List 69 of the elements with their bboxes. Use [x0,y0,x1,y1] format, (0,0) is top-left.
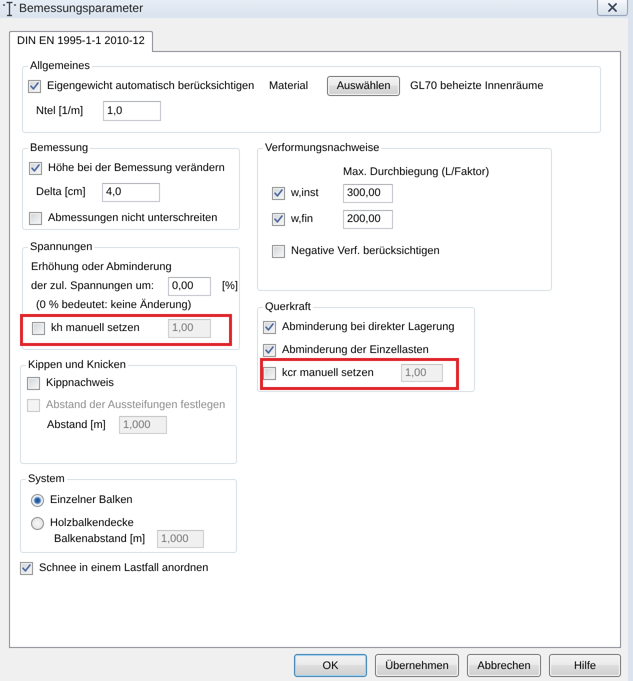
unit-label: [%] [222,280,238,292]
input-field[interactable]: 200,00 [343,210,393,228]
input-field[interactable]: 4,0 [102,182,160,202]
hint-text: (0 % bedeutet: keine Änderung) [36,299,192,311]
checkbox-label: Abstand der Aussteifungen festlegen [46,399,226,411]
checkbox[interactable] [272,212,285,226]
checkbox-label: Eigengewicht automatisch berücksichtigen [47,80,254,92]
field-label: Ntel [1/m] [36,105,84,117]
checkbox[interactable] [272,186,285,200]
checkbox[interactable] [263,320,276,334]
check-icon [30,82,39,90]
input-field[interactable]: 0,00 [168,276,211,296]
checkbox-label: w,fin [291,213,314,225]
help-button[interactable]: Hilfe [549,654,621,677]
group-title: Bemessung [29,141,90,155]
checkbox[interactable] [27,376,40,390]
check-icon [274,215,283,223]
check-icon [265,323,274,331]
column-heading: Max. Durchbiegung (L/Faktor) [343,166,490,178]
checkbox[interactable] [29,162,42,174]
select-button[interactable]: Auswählen [327,76,400,96]
material-name: GL70 beheizte Innenräume [410,80,544,92]
group-title: Spannungen [29,240,94,254]
checkbox-label: Abminderung bei direkter Lagerung [282,321,454,333]
radio-label: Holzbalkendecke [50,517,134,529]
check-icon [22,564,31,572]
checkbox[interactable] [263,366,276,380]
group-title: Kippen und Knicken [27,358,127,372]
radio-label: Einzelner Balken [50,494,133,506]
i-beam-icon [3,1,16,17]
checkbox-label: Höhe bei der Bemessung verändern [48,162,225,174]
group-title: Verformungsnachweise [264,141,380,155]
check-icon [265,346,274,354]
close-icon [608,3,617,12]
checkbox-label: Abmessungen nicht unterschreiten [48,212,218,224]
check-icon [274,189,283,197]
apply-button[interactable]: Übernehmen [375,654,459,677]
cancel-button[interactable]: Abbrechen [467,654,541,677]
checkbox[interactable] [263,344,276,356]
checkbox[interactable] [32,322,45,334]
checkbox-label: Negative Verf. berücksichtigen [291,245,440,257]
tab[interactable]: DIN EN 1995-1-1 2010-12 [9,31,153,52]
description-text: Erhöhung oder Abminderung [31,261,172,273]
group-title: System [27,472,66,486]
field-label: Abstand [m] [47,419,107,431]
radio-button[interactable] [31,494,44,506]
close-button[interactable] [597,0,628,16]
checkbox[interactable] [20,562,33,574]
checkbox-label: Kippnachweis [46,377,114,389]
checkbox[interactable] [29,212,42,224]
checkbox-label: kh manuell setzen [51,322,140,334]
ok-button[interactable]: OK [294,654,367,677]
checkbox-label: Abminderung der Einzellasten [282,344,429,356]
group-title: Querkraft [264,300,312,314]
checkbox[interactable] [272,244,285,258]
input-field[interactable]: 1,0 [103,101,161,121]
checkbox-label: Schnee in einem Lastfall anordnen [39,562,208,574]
check-icon [31,164,40,172]
window-title: Bemessungsparameter [19,1,144,16]
checkbox-label: w,inst [291,187,319,199]
checkbox-label: kcr manuell setzen [282,367,374,379]
radio-button[interactable] [31,516,44,530]
field-label: der zul. Spannungen um: [31,280,155,292]
input-field[interactable]: 300,00 [343,184,393,202]
material-label: Material [269,80,308,92]
field-label: Balkenabstand [m] [54,533,146,545]
checkbox[interactable] [28,80,41,92]
field-label: Delta [cm] [36,186,87,198]
group-title: Allgemeines [29,59,91,73]
